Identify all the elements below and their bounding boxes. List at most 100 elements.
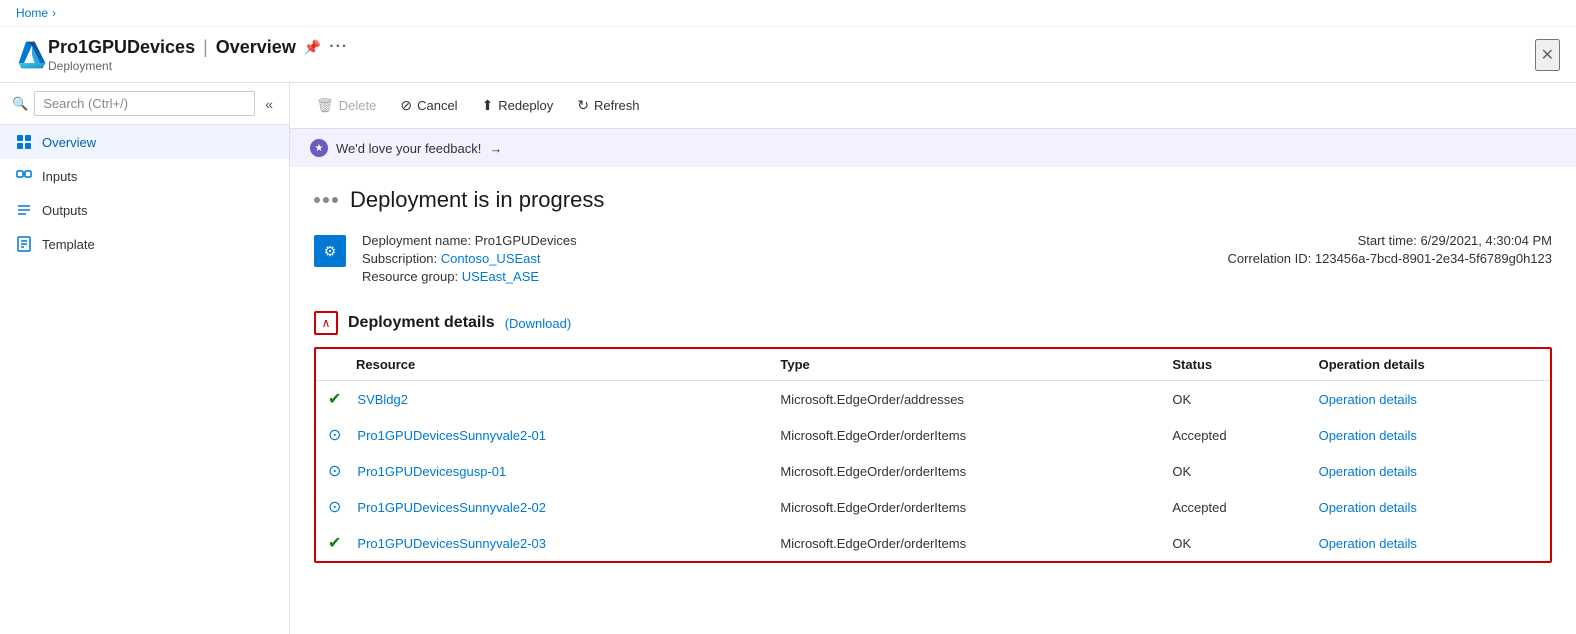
download-link[interactable]: (Download)	[505, 316, 571, 331]
deployment-table-wrapper: Resource Type Status Operation details ✔…	[314, 347, 1552, 563]
sidebar-item-overview-label: Overview	[42, 135, 96, 150]
operation-cell: Operation details	[1307, 453, 1550, 489]
sidebar-item-template-label: Template	[42, 237, 95, 252]
correlation-value: 123456a-7bcd-8901-2e34-5f6789g0h123	[1315, 251, 1552, 266]
delete-button[interactable]: 🗑 Delete	[306, 91, 386, 120]
details-header: ∧ Deployment details (Download)	[314, 311, 1552, 335]
sidebar-item-inputs[interactable]: Inputs	[0, 159, 289, 193]
sidebar-item-template[interactable]: Template	[0, 227, 289, 261]
operation-cell: Operation details	[1307, 417, 1550, 453]
section-name: Overview	[216, 37, 296, 58]
resource-link[interactable]: Pro1GPUDevicesSunnyvale2-01	[357, 428, 546, 443]
deployment-title: Deployment is in progress	[314, 187, 1552, 213]
operation-details-link[interactable]: Operation details	[1319, 428, 1417, 443]
resource-cell: ✔ SVBldg2	[316, 381, 768, 418]
progress-status-icon: ⊙	[328, 497, 341, 517]
title-separator: |	[203, 37, 208, 58]
redeploy-button[interactable]: ⬆ Redeploy	[472, 91, 564, 120]
operation-details-link[interactable]: Operation details	[1319, 500, 1417, 515]
resource-cell: ✔Pro1GPUDevicesSunnyvale2-03	[316, 525, 768, 561]
table-row: ⊙Pro1GPUDevicesSunnyvale2-01Microsoft.Ed…	[316, 417, 1550, 453]
refresh-icon: ↻	[577, 97, 589, 114]
progress-status-icon: ⊙	[328, 461, 341, 481]
breadcrumb-sep: ›	[52, 6, 56, 20]
sub-value-link[interactable]: Contoso_USEast	[441, 251, 541, 266]
feedback-icon: ★	[310, 139, 328, 157]
in-progress-icon	[314, 197, 338, 203]
type-cell: Microsoft.EdgeOrder/orderItems	[768, 525, 1160, 561]
collapse-details-button[interactable]: ∧	[314, 311, 338, 335]
start-time-line: Start time: 6/29/2021, 4:30:04 PM	[1227, 233, 1552, 248]
toolbar: 🗑 Delete ⊘ Cancel ⬆ Redeploy ↻ Refresh	[290, 83, 1576, 129]
azure-logo-icon	[16, 39, 48, 71]
type-cell: Microsoft.EdgeOrder/orderItems	[768, 453, 1160, 489]
table-row: ⊙ Pro1GPUDevicesgusp-01 Microsoft.EdgeOrde…	[316, 453, 1550, 489]
operation-cell: Operation details	[1307, 381, 1550, 418]
cancel-button[interactable]: ⊘ Cancel	[390, 91, 467, 120]
resource-link[interactable]: Pro1GPUDevicesgusp-01	[357, 464, 506, 479]
dep-name-value: Pro1GPUDevices	[475, 233, 577, 248]
collapse-sidebar-button[interactable]: «	[261, 94, 277, 114]
inputs-icon	[16, 168, 32, 184]
more-options-icon[interactable]: ···	[329, 38, 348, 56]
header-title: Pro1GPUDevices | Overview 📌 ···	[48, 37, 1535, 58]
correlation-label: Correlation ID:	[1227, 251, 1311, 266]
type-cell: Microsoft.EdgeOrder/addresses	[768, 381, 1160, 418]
col-resource: Resource	[316, 349, 768, 381]
deployment-icon: ⚙	[314, 235, 346, 267]
search-input[interactable]	[34, 91, 255, 116]
cancel-label: Cancel	[417, 98, 457, 113]
col-operation: Operation details	[1307, 349, 1550, 381]
resource-link[interactable]: Pro1GPUDevicesSunnyvale2-02	[357, 500, 546, 515]
breadcrumb-home[interactable]: Home	[16, 6, 48, 20]
operation-details-link[interactable]: Operation details	[1319, 464, 1417, 479]
page-header: Pro1GPUDevices | Overview 📌 ··· Deployme…	[0, 27, 1576, 83]
resource-link[interactable]: SVBldg2	[357, 392, 408, 407]
deployment-meta: Deployment name: Pro1GPUDevices Subscrip…	[362, 233, 1211, 287]
table-row: ⊙ Pro1GPUDevicesSunnyvale2-02 Microsoft.Ed…	[316, 489, 1550, 525]
feedback-arrow[interactable]: →	[489, 141, 502, 156]
resource-cell: ⊙ Pro1GPUDevicesgusp-01	[316, 453, 768, 489]
deployment-status-text: Deployment is in progress	[350, 187, 604, 213]
progress-status-icon: ⊙	[328, 425, 341, 445]
sidebar-item-outputs-label: Outputs	[42, 203, 88, 218]
sidebar: 🔍 « Overview Inputs Outputs	[0, 83, 290, 634]
subscription-line: Subscription: Contoso_USEast	[362, 251, 1211, 266]
resource-link[interactable]: Pro1GPUDevicesSunnyvale2-03	[357, 536, 546, 551]
status-cell: Accepted	[1160, 417, 1306, 453]
col-status: Status	[1160, 349, 1306, 381]
redeploy-label: Redeploy	[498, 98, 553, 113]
operation-details-link[interactable]: Operation details	[1319, 392, 1417, 407]
rg-value-link[interactable]: USEast_ASE	[462, 269, 539, 284]
feedback-text: We'd love your feedback!	[336, 141, 481, 156]
table-header-row: Resource Type Status Operation details	[316, 349, 1550, 381]
status-cell: OK	[1160, 525, 1306, 561]
dep-name-label: Deployment name:	[362, 233, 471, 248]
header-title-block: Pro1GPUDevices | Overview 📌 ··· Deployme…	[48, 37, 1535, 73]
delete-label: Delete	[339, 98, 377, 113]
status-cell: OK	[1160, 381, 1306, 418]
deployment-times: Start time: 6/29/2021, 4:30:04 PM Correl…	[1227, 233, 1552, 269]
resource-cell: ⊙ Pro1GPUDevicesSunnyvale2-01	[316, 417, 768, 453]
refresh-button[interactable]: ↻ Refresh	[567, 91, 649, 120]
type-cell: Microsoft.EdgeOrder/orderItems	[768, 489, 1160, 525]
correlation-line: Correlation ID: 123456a-7bcd-8901-2e34-5…	[1227, 251, 1552, 266]
breadcrumb: Home ›	[0, 0, 1576, 27]
close-button[interactable]: ✕	[1535, 39, 1560, 71]
deployment-table: Resource Type Status Operation details ✔…	[316, 349, 1550, 561]
search-icon: 🔍	[12, 96, 28, 112]
resource-cell: ⊙ Pro1GPUDevicesSunnyvale2-02	[316, 489, 768, 525]
details-title: Deployment details	[348, 314, 495, 332]
pin-icon[interactable]: 📌	[304, 39, 321, 56]
deployment-section: Deployment is in progress ⚙ Deployment n…	[290, 167, 1576, 583]
operation-details-link[interactable]: Operation details	[1319, 536, 1417, 551]
sidebar-item-overview[interactable]: Overview	[0, 125, 289, 159]
sidebar-item-inputs-label: Inputs	[42, 169, 77, 184]
deployment-name-line: Deployment name: Pro1GPUDevices	[362, 233, 1211, 248]
ok-status-icon: ✔	[328, 389, 341, 409]
header-subtitle: Deployment	[48, 59, 1535, 73]
status-cell: OK	[1160, 453, 1306, 489]
sidebar-item-outputs[interactable]: Outputs	[0, 193, 289, 227]
col-type: Type	[768, 349, 1160, 381]
start-value: 6/29/2021, 4:30:04 PM	[1420, 233, 1552, 248]
